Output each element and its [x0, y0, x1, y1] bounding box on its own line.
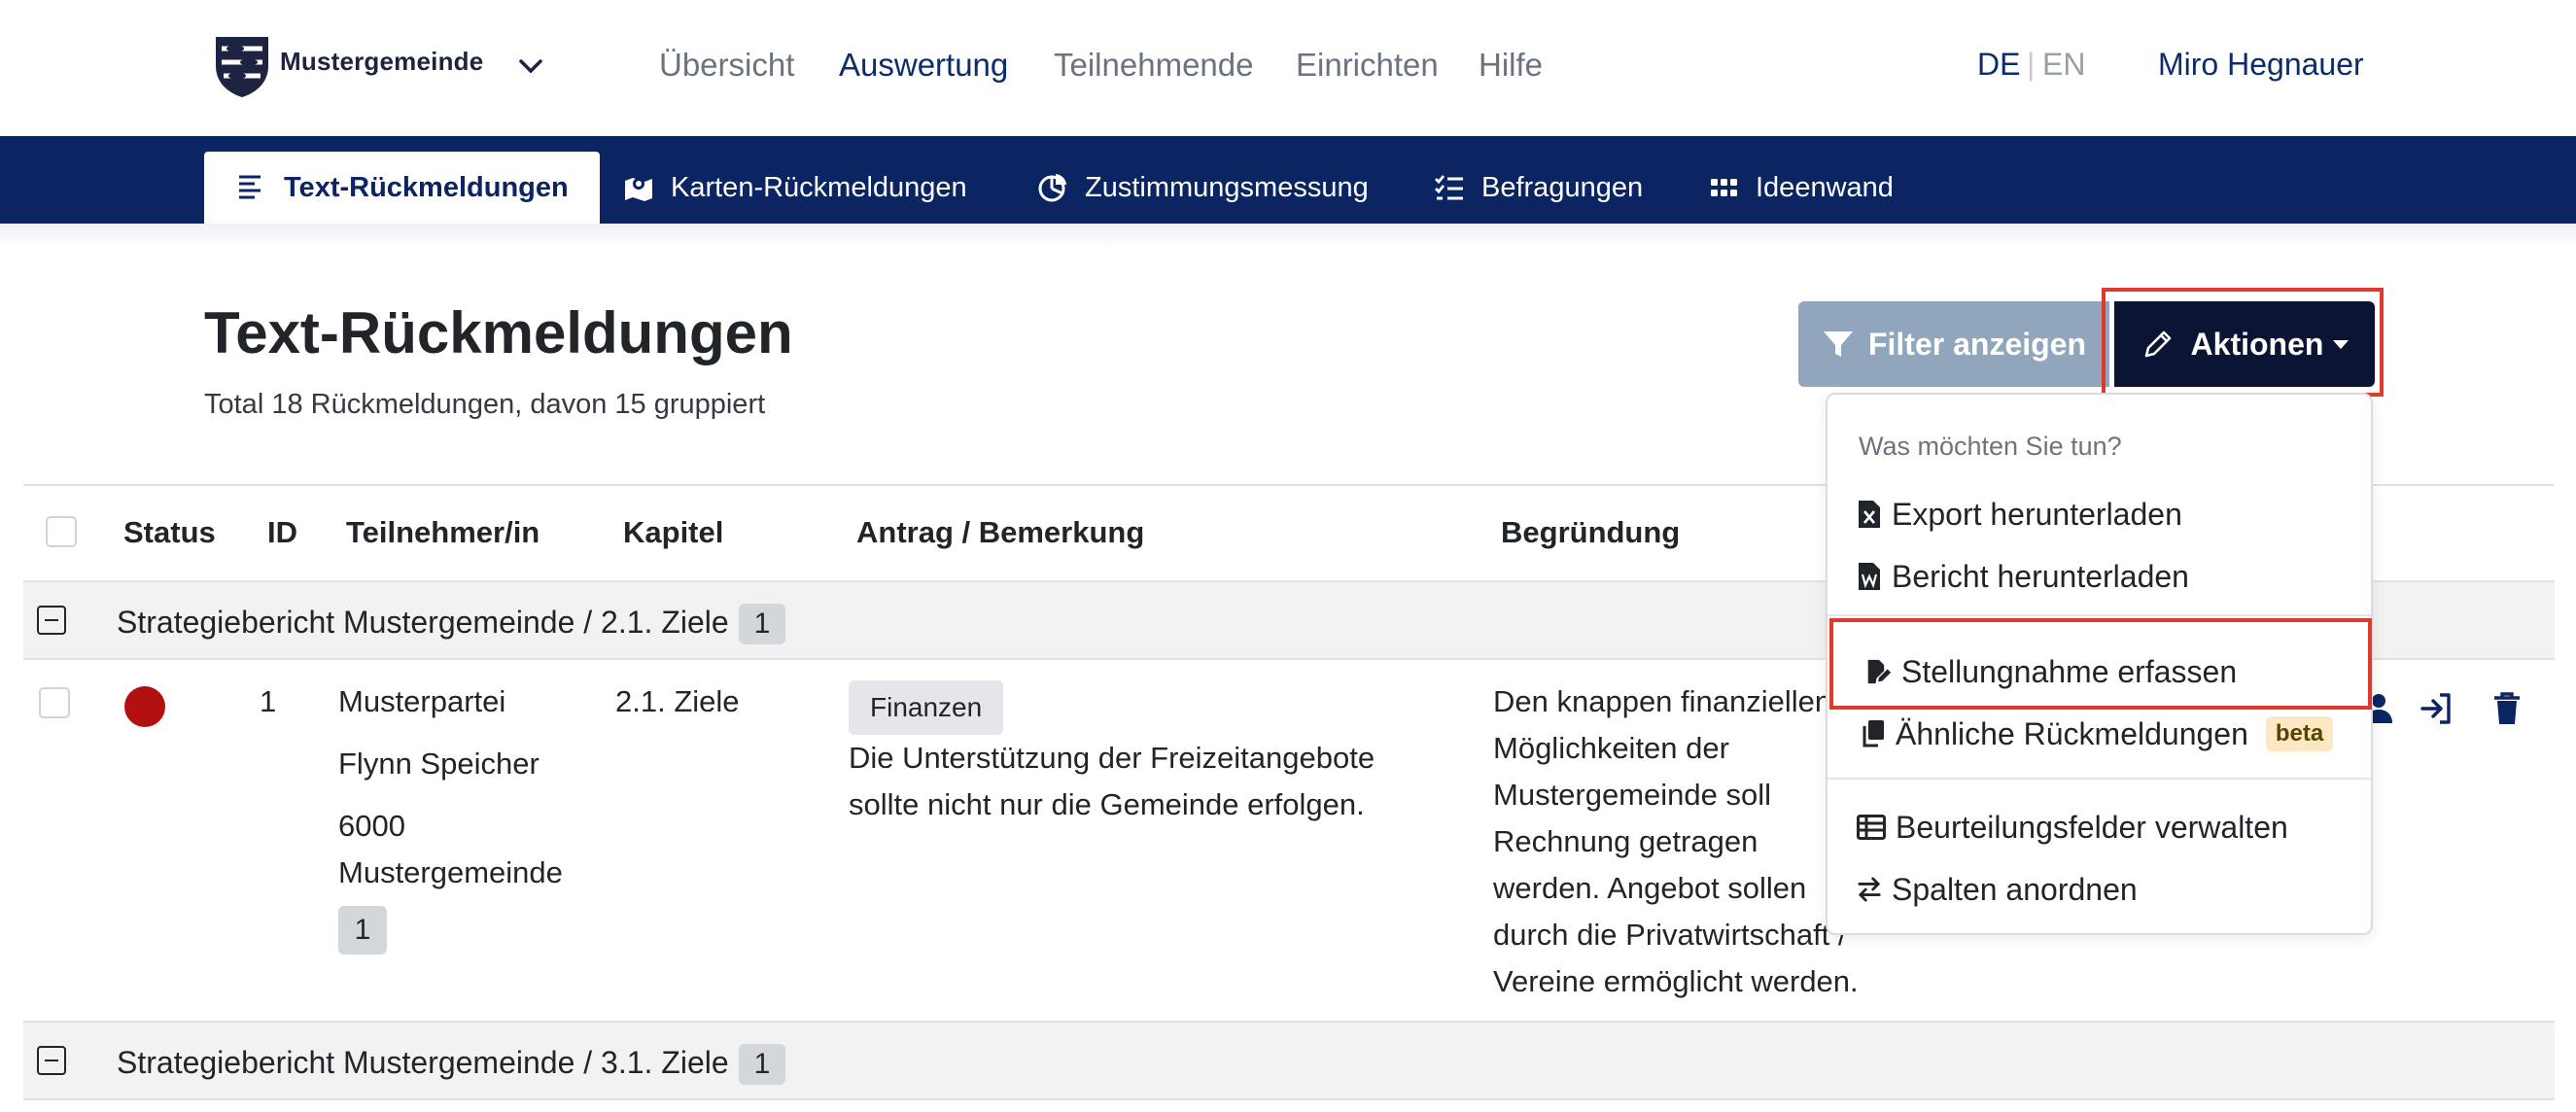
trash-icon[interactable]: [2489, 690, 2525, 727]
tab-karten-rueckmeldungen[interactable]: Karten-Rückmeldungen: [622, 152, 967, 224]
row-chapter: 2.1. Ziele: [615, 684, 740, 718]
menu-report-download[interactable]: Bericht herunterladen: [1857, 552, 2189, 601]
page-subtitle: Total 18 Rückmeldungen, davon 15 gruppie…: [204, 389, 766, 420]
group-label: Strategiebericht Mustergemeinde / 2.1. Z…: [117, 604, 786, 644]
menu-label: Bericht herunterladen: [1892, 558, 2189, 594]
menu-label: Ähnliche Rückmeldungen: [1896, 715, 2248, 751]
tab-label: Ideenwand: [1756, 171, 1894, 203]
nav-einrichten[interactable]: Einrichten: [1296, 47, 1439, 84]
reason-line: Vereine ermöglicht werden.: [1493, 964, 1859, 998]
col-status[interactable]: Status: [123, 515, 216, 550]
participant-name: Flynn Speicher: [338, 747, 540, 781]
table-icon: [1857, 815, 1886, 840]
nav-uebersicht[interactable]: Übersicht: [659, 47, 794, 84]
highlight-stellungnahme-item: [1829, 618, 2372, 710]
tab-label: Karten-Rückmeldungen: [671, 171, 967, 203]
group-count-badge: 1: [738, 604, 786, 644]
lang-separator: |: [2027, 47, 2036, 82]
checklist-icon: [1435, 175, 1463, 200]
status-indicator: [124, 686, 165, 727]
reason-line: Rechnung getragen: [1493, 824, 1758, 858]
reason-line: werden. Angebot sollen: [1493, 871, 1807, 905]
word-file-icon: [1859, 563, 1880, 590]
participant-zip: 6000: [338, 809, 405, 843]
header-shadow: [0, 224, 2576, 249]
coat-of-arms-logo[interactable]: [212, 33, 272, 99]
tab-label: Befragungen: [1481, 171, 1644, 203]
menu-label: Beurteilungsfelder verwalten: [1896, 809, 2288, 845]
sign-in-icon[interactable]: [2419, 690, 2455, 727]
top-navbar: Mustergemeinde Übersicht Auswertung Teil…: [0, 0, 2576, 136]
tab-label: Text-Rückmeldungen: [284, 171, 569, 203]
reason-line: Möglichkeiten der: [1493, 731, 1729, 765]
nav-hilfe[interactable]: Hilfe: [1479, 47, 1543, 84]
beta-badge: beta: [2265, 716, 2334, 751]
lang-de[interactable]: DE: [1977, 47, 2020, 83]
dropdown-header: Was möchten Sie tun?: [1859, 432, 2122, 461]
row-id: 1: [260, 684, 277, 718]
tab-text-rueckmeldungen[interactable]: Text-Rückmeldungen: [204, 152, 600, 224]
tab-label: Zustimmungsmessung: [1085, 171, 1369, 203]
reason-line: Den knappen finanziellen: [1493, 684, 1832, 718]
nav-teilnehmende[interactable]: Teilnehmende: [1054, 47, 1253, 84]
participant-party: Musterpartei: [338, 684, 506, 718]
user-menu[interactable]: Miro Hegnauer: [2158, 47, 2364, 83]
collapse-group-icon[interactable]: [37, 1046, 66, 1075]
highlight-actions-button: [2102, 288, 2384, 397]
participant-city: Mustergemeinde: [338, 855, 563, 889]
select-all-checkbox[interactable]: [46, 516, 77, 547]
group-row[interactable]: Strategiebericht Mustergemeinde / 3.1. Z…: [23, 1021, 2555, 1100]
map-pin-icon: [625, 178, 652, 201]
copy-icon: [1862, 720, 1884, 747]
filter-button[interactable]: Filter anzeigen: [1798, 301, 2109, 387]
filter-icon: [1823, 331, 1853, 357]
menu-export-download[interactable]: Export herunterladen: [1857, 490, 2182, 539]
menu-label: Export herunterladen: [1892, 496, 2182, 532]
col-antrag[interactable]: Antrag / Bemerkung: [856, 515, 1144, 550]
group-title: Strategiebericht Mustergemeinde / 2.1. Z…: [117, 605, 729, 640]
page-title: Text-Rückmeldungen: [204, 300, 793, 365]
col-kapitel[interactable]: Kapitel: [623, 515, 723, 550]
brand-name[interactable]: Mustergemeinde: [280, 47, 483, 77]
dropdown-divider: [1828, 778, 2371, 780]
tab-ideenwand[interactable]: Ideenwand: [1707, 152, 1894, 224]
excel-file-icon: [1859, 501, 1880, 528]
lang-en[interactable]: EN: [2042, 47, 2085, 83]
participant-count-badge: 1: [338, 906, 387, 955]
tab-zustimmungsmessung[interactable]: Zustimmungsmessung: [1036, 152, 1369, 224]
dropdown-divider: [1828, 614, 2371, 616]
collapse-group-icon[interactable]: [37, 606, 66, 635]
menu-label: Spalten anordnen: [1892, 871, 2138, 907]
col-begruendung[interactable]: Begründung: [1501, 515, 1680, 550]
pie-chart-icon: [1038, 174, 1066, 202]
menu-similar-feedback[interactable]: Ähnliche Rückmeldungen beta: [1861, 710, 2334, 758]
row-checkbox[interactable]: [39, 687, 70, 718]
col-teilnehmer[interactable]: Teilnehmer/in: [346, 515, 540, 550]
remark-line-2: sollte nicht nur die Gemeinde erfolgen.: [849, 787, 1365, 821]
reason-line: Mustergemeinde soll: [1493, 778, 1772, 812]
filter-button-label: Filter anzeigen: [1867, 326, 2087, 362]
text-lines-icon: [239, 175, 261, 199]
menu-arrange-columns[interactable]: Spalten anordnen: [1857, 865, 2138, 914]
category-tag[interactable]: Finanzen: [849, 680, 1004, 735]
swap-arrows-icon: [1858, 877, 1881, 902]
remark-line-1: Die Unterstützung der Freizeitangebote: [849, 741, 1375, 775]
sub-tab-bar: Text-Rückmeldungen Karten-Rückmeldungen …: [0, 136, 2576, 224]
reason-line: durch die Privatwirtschaft /: [1493, 918, 1847, 952]
tab-befragungen[interactable]: Befragungen: [1433, 152, 1643, 224]
group-count-badge: 1: [738, 1044, 786, 1085]
chevron-down-icon[interactable]: [515, 51, 546, 82]
group-label: Strategiebericht Mustergemeinde / 3.1. Z…: [117, 1044, 786, 1085]
nav-auswertung[interactable]: Auswertung: [839, 47, 1008, 84]
group-title: Strategiebericht Mustergemeinde / 3.1. Z…: [117, 1045, 729, 1080]
grid-dots-icon: [1711, 179, 1737, 196]
col-id[interactable]: ID: [267, 515, 297, 550]
menu-manage-rating-fields[interactable]: Beurteilungsfelder verwalten: [1857, 803, 2288, 851]
